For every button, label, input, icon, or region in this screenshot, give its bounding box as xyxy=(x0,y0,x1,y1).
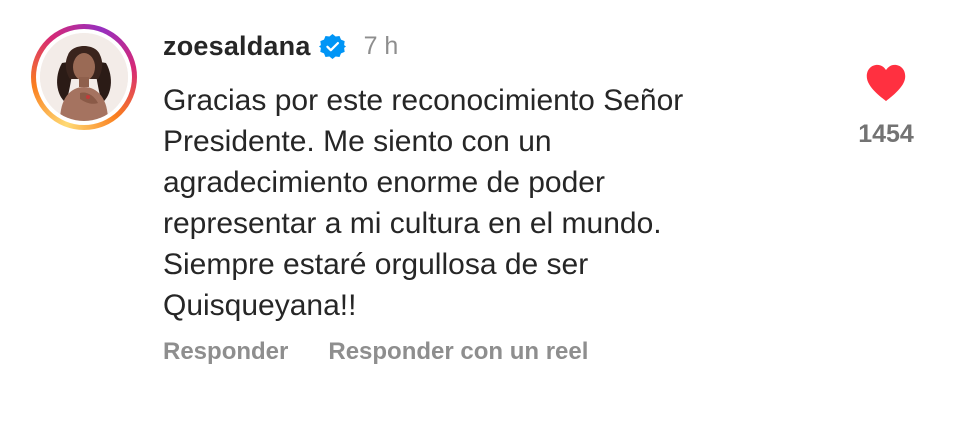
reply-button[interactable]: Responder xyxy=(163,338,288,366)
comment-text: Gracias por este reconocimiento Señor Pr… xyxy=(163,80,803,326)
comment-timestamp: 7 h xyxy=(363,31,399,60)
comment-text-line: Gracias por este reconocimiento Señor xyxy=(163,84,684,117)
heart-icon[interactable] xyxy=(865,64,907,102)
comment-text-line: representar a mi cultura en el mundo. xyxy=(163,207,662,240)
verified-badge-icon xyxy=(318,33,346,60)
comment-text-line: Presidente. Me siento con un xyxy=(163,125,552,158)
comment-actions: Responder Responder con un reel xyxy=(163,338,588,366)
avatar-photo xyxy=(40,33,128,121)
like-section: 1454 xyxy=(848,64,924,149)
comment-text-line: Quisqueyana!! xyxy=(163,289,357,322)
reply-with-reel-button[interactable]: Responder con un reel xyxy=(328,338,588,366)
comment-item: zoesaldana 7 h Gracias por este reconoci… xyxy=(0,0,955,424)
like-count: 1454 xyxy=(858,120,914,148)
comment-text-line: agradecimiento enorme de poder xyxy=(163,166,605,199)
avatar[interactable] xyxy=(40,33,128,121)
comment-text-line: Siempre estaré orgullosa de ser xyxy=(163,248,589,281)
comment-header: zoesaldana 7 h xyxy=(163,26,398,66)
username-link[interactable]: zoesaldana xyxy=(163,31,311,62)
avatar-story-ring[interactable] xyxy=(31,24,137,130)
